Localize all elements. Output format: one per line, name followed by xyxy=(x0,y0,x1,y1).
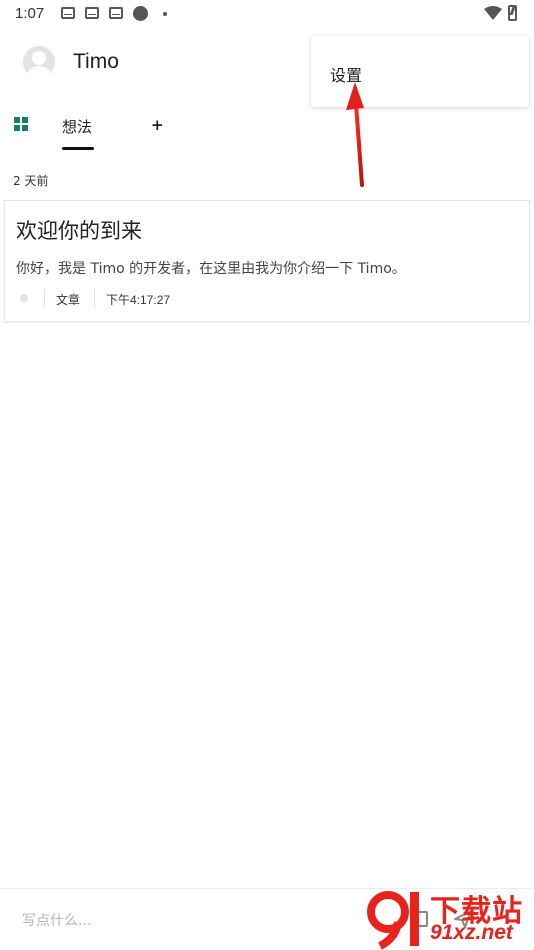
meta-divider xyxy=(94,289,95,307)
add-tab-button[interactable]: + xyxy=(151,116,164,134)
avatar-head xyxy=(32,51,46,65)
circle-icon xyxy=(133,6,148,21)
tab-active-indicator xyxy=(62,147,94,150)
mail-icon xyxy=(85,7,99,19)
compose-input[interactable] xyxy=(22,911,322,931)
post-title: 欢迎你的到来 xyxy=(16,219,142,243)
post-type: 文章 xyxy=(56,293,81,307)
time-ago-label: 2 天前 xyxy=(13,174,49,188)
status-time: 1:07 xyxy=(15,5,45,22)
send-icon[interactable] xyxy=(453,909,473,929)
avatar-body xyxy=(27,66,51,78)
compose-bar xyxy=(0,888,534,950)
post-body: 你好，我是 Timo 的开发者，在这里由我为你介绍一下 Timo。 xyxy=(16,261,406,277)
mail-icon xyxy=(61,7,75,19)
username: Timo xyxy=(73,50,119,73)
tab-ideas[interactable]: 想法 xyxy=(62,116,92,137)
battery-icon xyxy=(508,5,517,21)
wifi-icon xyxy=(484,6,502,20)
dot-icon xyxy=(163,12,167,16)
image-icon[interactable] xyxy=(410,911,428,927)
avatar[interactable] xyxy=(23,46,55,78)
annotation-arrow xyxy=(346,82,364,187)
status-dot-icon xyxy=(20,294,28,302)
post-time: 下午4:17:27 xyxy=(106,293,171,307)
grid-icon[interactable] xyxy=(14,117,28,131)
meta-divider xyxy=(44,289,45,307)
status-bar: 1:07 xyxy=(0,0,534,28)
mail-icon xyxy=(109,7,123,19)
post-card[interactable]: 欢迎你的到来 你好，我是 Timo 的开发者，在这里由我为你介绍一下 Timo。… xyxy=(4,200,530,322)
